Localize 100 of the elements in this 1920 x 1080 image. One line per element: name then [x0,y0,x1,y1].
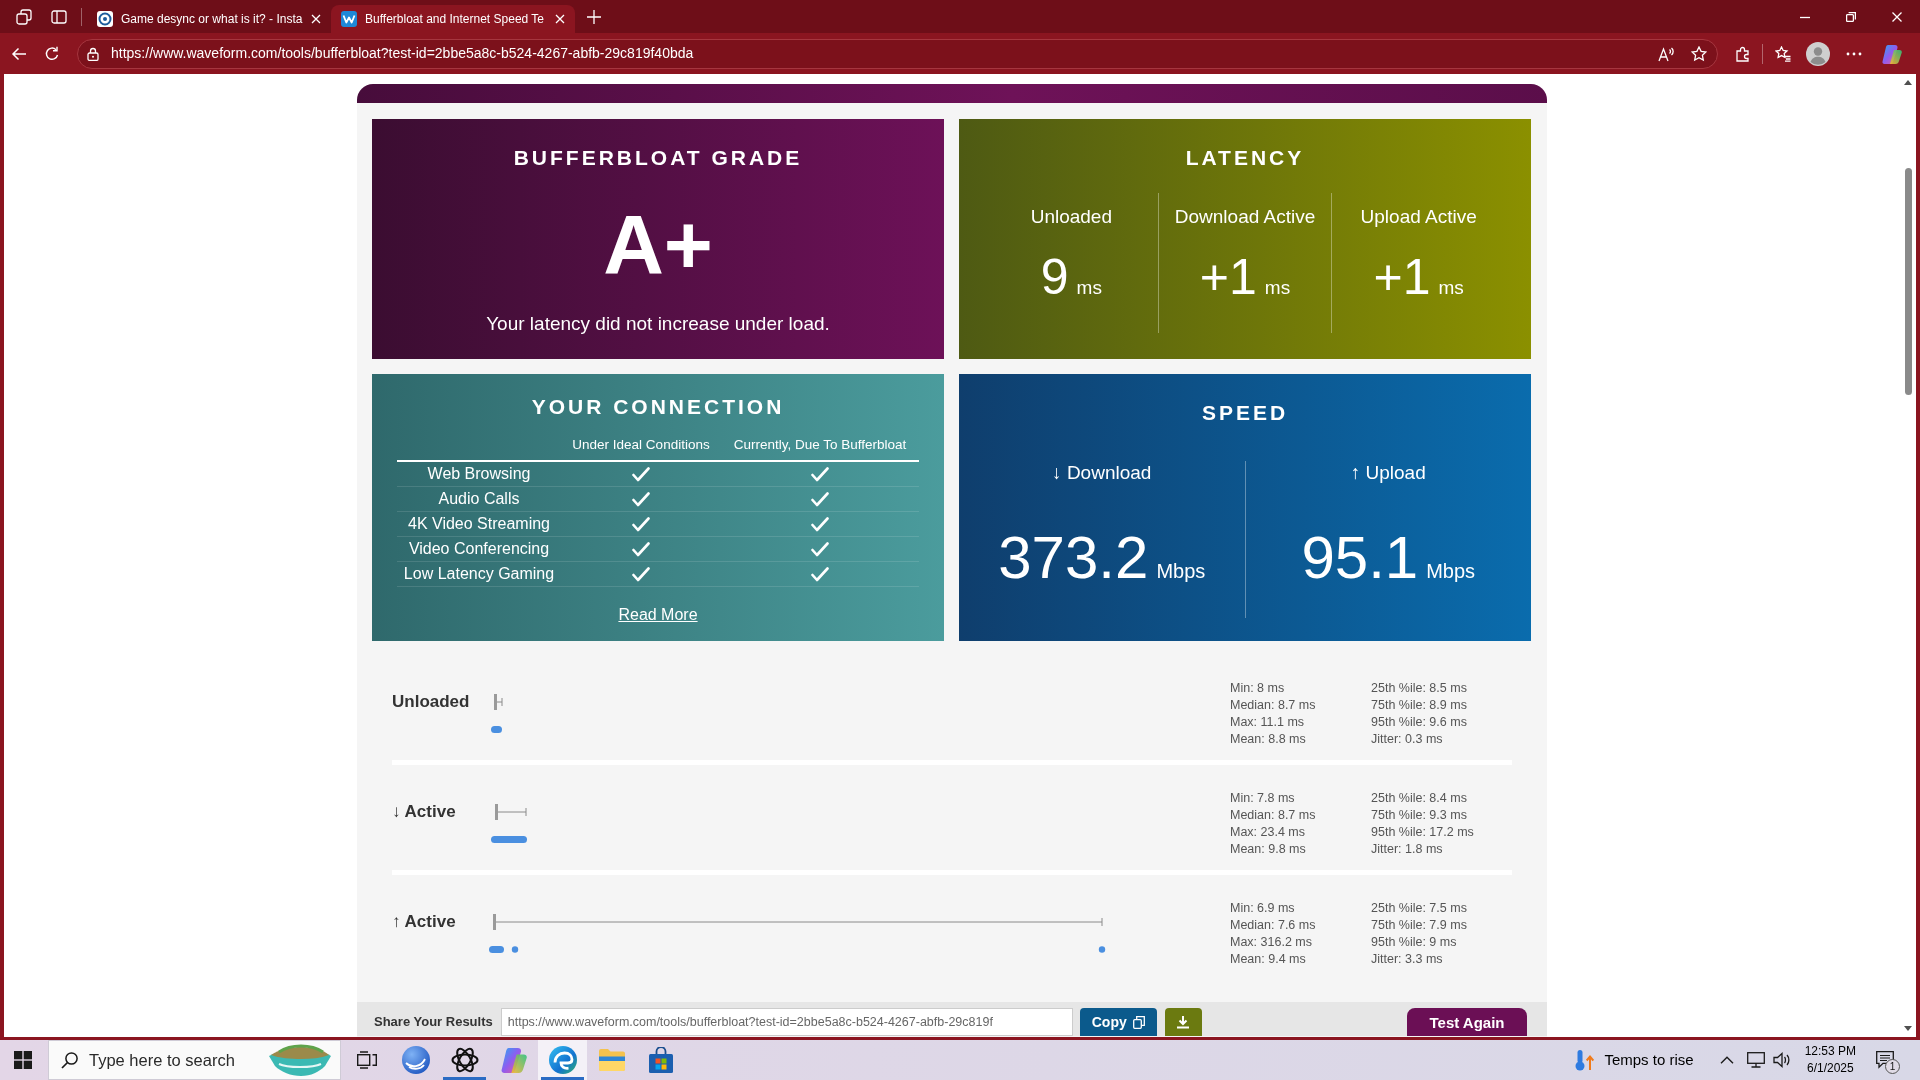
search-icon [61,1052,78,1069]
latency-unit: ms [1076,277,1102,300]
activity-label: Low Latency Gaming [403,564,555,584]
stat-text: Mean: 9.8 ms [1230,841,1306,858]
sample-cluster [491,726,502,733]
stat-text: Max: 23.4 ms [1230,824,1306,841]
close-icon[interactable] [555,14,565,24]
activity-label: Web Browsing [427,464,531,484]
refresh-icon[interactable] [44,45,60,62]
sample-dot [511,946,519,953]
puzzle-icon[interactable] [1735,45,1751,62]
whisker-plot [495,804,527,820]
thermometer-icon [1574,1049,1595,1071]
sample-cluster [491,836,527,843]
scroll-up-icon[interactable] [1904,80,1912,85]
browser-tab[interactable]: Game desync or what is it? - Insta [87,5,331,33]
card-title: YOUR CONNECTION [531,394,785,420]
stat-text: Min: 7.8 ms [1230,790,1295,807]
wave-circle-icon[interactable] [548,1046,577,1074]
swirl-icon[interactable] [500,1047,527,1073]
stat-text: 95th %ile: 17.2 ms [1371,824,1474,841]
restore-icon[interactable] [1846,11,1856,22]
workspaces-icon[interactable] [16,8,32,25]
speed-unit: Mbps [1426,559,1476,583]
folder-icon[interactable] [598,1049,625,1071]
stat-text: Min: 6.9 ms [1230,900,1295,917]
column-header: Currently, Due To Bufferbloat [733,436,907,454]
latency-label: Download Active [1174,205,1316,229]
more-icon[interactable] [1846,51,1862,56]
whisker-plot [494,694,503,710]
share-label: Share Your Results [374,1013,493,1031]
stat-text: Median: 7.6 ms [1230,917,1316,934]
weather-button[interactable]: Temps to rise [1574,1049,1694,1071]
sample-cluster [489,946,504,953]
ring-icon [97,11,113,27]
sphere-icon[interactable] [401,1046,430,1074]
card-title: SPEED [1201,400,1289,426]
stat-text: Min: 8 ms [1230,680,1285,697]
zigzag-tile-icon [341,11,357,27]
card-title: BUFFERBLOAT GRADE [513,145,803,171]
close-icon[interactable] [1892,11,1902,22]
stat-text: Jitter: 3.3 ms [1371,951,1443,968]
latency-value: 9 [1040,249,1069,305]
share-url-field[interactable]: https://www.waveform.com/tools/bufferbloat?test-id=2bbe5a8c-b524-4267-abfb-29c819f [500,1008,1073,1036]
speed-value: 373.2 [998,523,1149,593]
chevron-up-icon[interactable] [1719,1056,1734,1064]
test-again-button[interactable]: Test Again [1407,1008,1527,1036]
copy-icon [1132,1015,1145,1029]
latency-value: +1 [1199,249,1257,305]
clock-button[interactable]: 12:53 PM 6/1/2025 [1804,1043,1856,1077]
star-list-icon[interactable] [1775,45,1791,62]
new-tab-icon[interactable] [587,9,601,24]
stat-text: 75th %ile: 9.3 ms [1371,807,1467,824]
latency-unit: ms [1438,277,1464,300]
swirl-icon[interactable] [1882,43,1902,64]
stat-text: 75th %ile: 7.9 ms [1371,917,1467,934]
stat-text: 25th %ile: 7.5 ms [1371,900,1467,917]
scroll-down-icon[interactable] [1904,1026,1912,1031]
monitor-icon[interactable] [1746,1052,1765,1068]
shopping-bag-icon[interactable] [648,1047,673,1073]
notification-icon[interactable] [1876,1051,1894,1069]
start-icon[interactable] [14,1051,32,1069]
stat-text: Median: 8.7 ms [1230,807,1316,824]
stat-text: Jitter: 0.3 ms [1371,731,1443,748]
task-view-icon[interactable] [356,1051,377,1069]
latency-label: Unloaded [1030,205,1112,229]
stat-text: Max: 11.1 ms [1230,714,1305,731]
speaker-icon[interactable] [1772,1052,1791,1068]
stat-text: Max: 316.2 ms [1230,934,1312,951]
knot-icon[interactable] [450,1046,479,1074]
row-label: ↑ Active [392,911,456,933]
download-button[interactable] [1164,1008,1202,1036]
star-icon[interactable] [1691,45,1707,62]
stat-text: 25th %ile: 8.5 ms [1371,680,1467,697]
back-arrow-icon[interactable] [11,45,27,62]
close-icon[interactable] [311,14,321,24]
avatar-icon[interactable] [1806,41,1830,66]
copy-button[interactable]: Copy [1079,1008,1157,1036]
stat-text: Jitter: 1.8 ms [1371,841,1443,858]
card-title: LATENCY [1185,145,1305,171]
scrollbar-thumb[interactable] [1904,168,1912,395]
notification-badge: 1 [1885,1059,1900,1074]
grade-message: Your latency did not increase under load. [486,312,830,336]
address-field[interactable]: https://www.waveform.com/tools/bufferbloat?test-id=2bbe5a8c-b524-4267-abfb-29c819f40bda [77,38,1718,69]
activity-label: Video Conferencing [408,539,550,559]
column-header: Under Ideal Conditions [572,436,710,454]
stat-text: 25th %ile: 8.4 ms [1371,790,1467,807]
sample-dot [1098,946,1106,953]
row-label: ↓ Active [392,801,456,823]
read-more-link[interactable]: Read More [618,605,698,625]
tab-actions-icon[interactable] [51,8,67,25]
speed-label: ↑ Upload [1350,461,1426,485]
activity-label: 4K Video Streaming [408,514,550,534]
stat-text: Median: 8.7 ms [1230,697,1316,714]
speed-label: ↓ Download [1052,461,1152,485]
stat-text: Mean: 8.8 ms [1230,731,1306,748]
read-aloud-icon[interactable] [1658,45,1674,62]
grade-value: A+ [603,203,713,287]
row-label: Unloaded [392,691,470,713]
browser-tab[interactable]: Bufferbloat and Internet Speed Te [331,5,575,33]
